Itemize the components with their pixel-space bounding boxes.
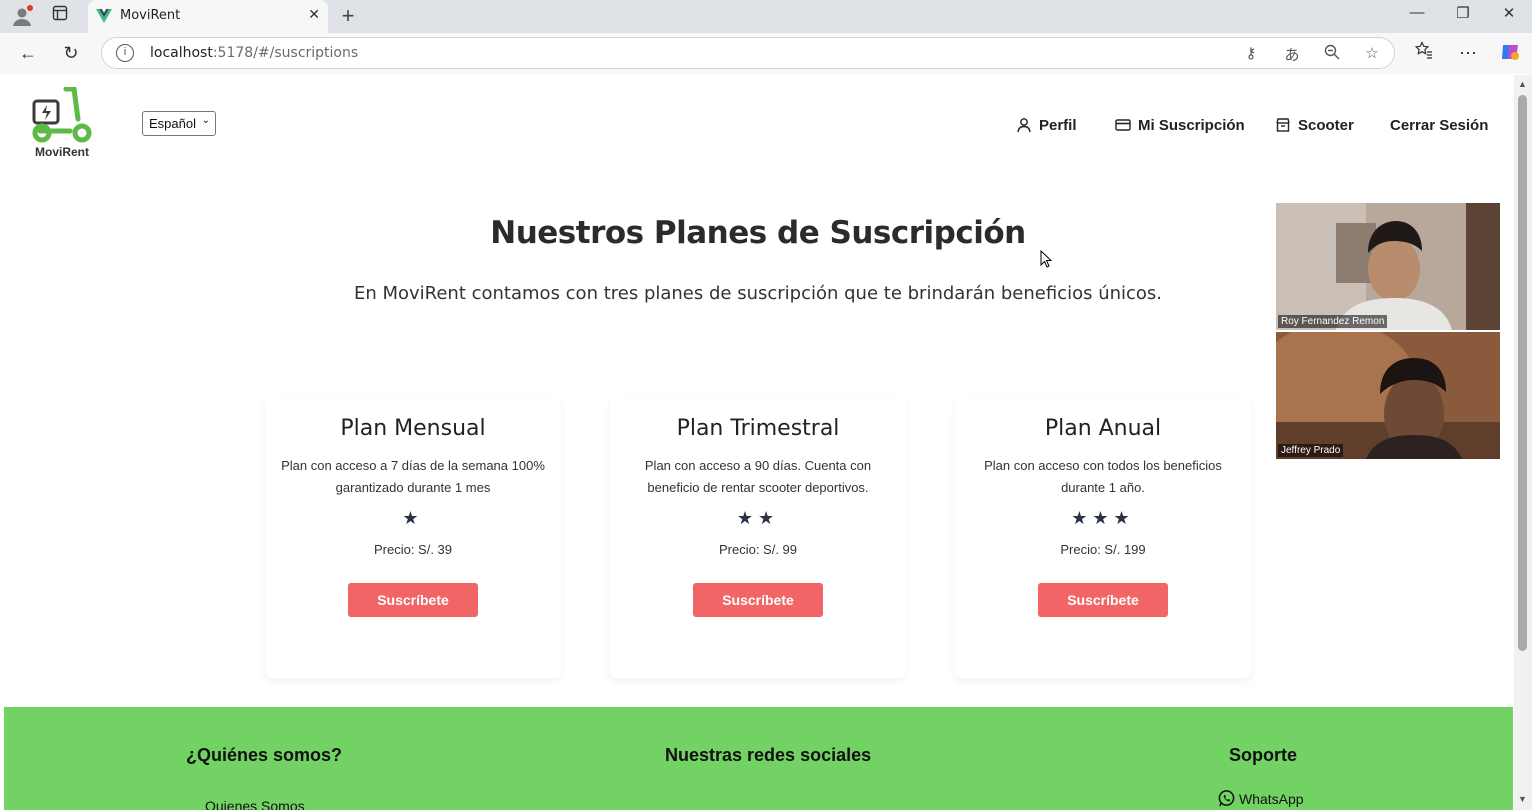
scroll-down-icon[interactable]: ▼	[1518, 794, 1527, 804]
nav-logout[interactable]: Cerrar Sesión	[1390, 113, 1488, 137]
tab-title: MoviRent	[120, 8, 181, 23]
site-info-icon[interactable]: i	[116, 44, 134, 62]
plan-description: Plan con acceso a 90 días. Cuenta con be…	[644, 458, 872, 495]
translate-icon[interactable]: あ	[1281, 44, 1303, 65]
tab-movirent[interactable]: MoviRent ✕	[88, 0, 328, 33]
user-icon	[1017, 118, 1031, 133]
url-text: localhost:5178/#/suscriptions	[150, 45, 359, 61]
more-menu-icon[interactable]: ⋯	[1456, 41, 1480, 65]
plan-name: Plan Mensual	[340, 416, 486, 441]
whatsapp-link[interactable]: WhatsApp	[1217, 789, 1304, 808]
chevron-down-icon: ⌄	[201, 115, 210, 126]
whatsapp-icon	[1218, 790, 1235, 807]
plan-stars: ★★	[736, 508, 780, 528]
plan-price: Precio: S/. 199	[1060, 542, 1146, 557]
browser-toolbar: ← ↻ i localhost:5178/#/suscriptions ⚷ あ …	[0, 33, 1532, 74]
tab-close-icon[interactable]: ✕	[308, 6, 320, 23]
tab-actions-icon[interactable]	[49, 5, 71, 27]
nav-profile-label: Perfil	[1039, 116, 1077, 134]
language-value: Español	[149, 116, 196, 131]
plan-name: Plan Trimestral	[676, 416, 840, 441]
scooter-logo-icon	[32, 86, 92, 143]
subscribe-button[interactable]: Suscríbete	[348, 583, 478, 617]
restore-icon[interactable]: ❐	[1448, 4, 1478, 22]
credit-card-icon	[1115, 119, 1131, 131]
store-icon	[1276, 118, 1290, 132]
brand-logo[interactable]: MoviRent	[30, 86, 94, 161]
site-footer: ¿Quiénes somos? Quienes Somos Nuestras r…	[4, 707, 1513, 810]
whatsapp-label: WhatsApp	[1239, 790, 1304, 807]
copilot-icon[interactable]	[1498, 41, 1522, 65]
participant-video	[1276, 203, 1500, 330]
plan-card: Plan Trimestral Plan con acceso a 90 día…	[610, 398, 906, 678]
nav-profile[interactable]: Perfil	[1016, 113, 1077, 137]
browser-tab-bar: MoviRent ✕ + — ❐ ✕	[0, 0, 1532, 33]
plan-card: Plan Mensual Plan con acceso a 7 días de…	[265, 398, 561, 678]
nav-scooter-label: Scooter	[1298, 116, 1354, 134]
plan-price: Precio: S/. 99	[718, 542, 798, 557]
mouse-cursor-icon	[1040, 250, 1052, 268]
minimize-icon[interactable]: —	[1402, 4, 1432, 21]
address-bar[interactable]: i localhost:5178/#/suscriptions ⚷ あ ☆	[101, 37, 1395, 69]
language-select[interactable]: Español ⌄	[142, 111, 216, 136]
close-window-icon[interactable]: ✕	[1494, 4, 1524, 22]
subscribe-button[interactable]: Suscríbete	[1038, 583, 1168, 617]
favorite-star-icon[interactable]: ☆	[1361, 44, 1383, 62]
page-content: MoviRent Español ⌄ Perfil Mi Suscripción…	[4, 75, 1513, 810]
participant-name: Jeffrey Prado	[1278, 444, 1344, 457]
footer-social-title: Nuestras redes sociales	[665, 745, 872, 765]
key-icon[interactable]: ⚷	[1240, 44, 1262, 62]
subscribe-button[interactable]: Suscríbete	[693, 583, 823, 617]
plan-name: Plan Anual	[1044, 416, 1162, 441]
favorites-icon[interactable]	[1412, 41, 1436, 65]
back-icon[interactable]: ←	[16, 41, 40, 65]
nav-subscription-label: Mi Suscripción	[1138, 116, 1245, 134]
plan-description: Plan con acceso a 7 días de la semana 10…	[281, 458, 545, 495]
plan-card: Plan Anual Plan con acceso con todos los…	[955, 398, 1251, 678]
plan-price: Precio: S/. 39	[373, 542, 453, 557]
plan-stars: ★	[402, 508, 424, 528]
video-participant[interactable]: Jeffrey Prado	[1276, 332, 1500, 459]
scroll-up-icon[interactable]: ▲	[1518, 79, 1527, 89]
nav-scooter[interactable]: Scooter	[1275, 113, 1354, 137]
plan-stars: ★★★	[1071, 508, 1135, 528]
participant-name: Roy Fernandez Remon	[1278, 315, 1388, 328]
participant-video	[1276, 332, 1500, 459]
scroll-thumb[interactable]	[1518, 95, 1527, 651]
vue-logo-icon	[96, 9, 112, 23]
nav-logout-label: Cerrar Sesión	[1390, 116, 1489, 134]
brand-name: MoviRent	[35, 145, 89, 159]
new-tab-icon[interactable]: +	[337, 5, 359, 27]
plan-description: Plan con acceso con todos los beneficios…	[984, 458, 1222, 495]
footer-about-title: ¿Quiénes somos?	[186, 745, 343, 765]
page-scrollbar[interactable]: ▲ ▼	[1514, 75, 1532, 810]
footer-support-title: Soporte	[1229, 745, 1298, 765]
video-participant[interactable]: Roy Fernandez Remon	[1276, 203, 1500, 330]
profile-icon[interactable]	[11, 5, 33, 27]
footer-about-link[interactable]: Quienes Somos	[205, 798, 305, 810]
nav-subscription[interactable]: Mi Suscripción	[1115, 113, 1245, 137]
reload-icon[interactable]: ↻	[59, 41, 83, 65]
zoom-out-icon[interactable]	[1321, 44, 1343, 64]
